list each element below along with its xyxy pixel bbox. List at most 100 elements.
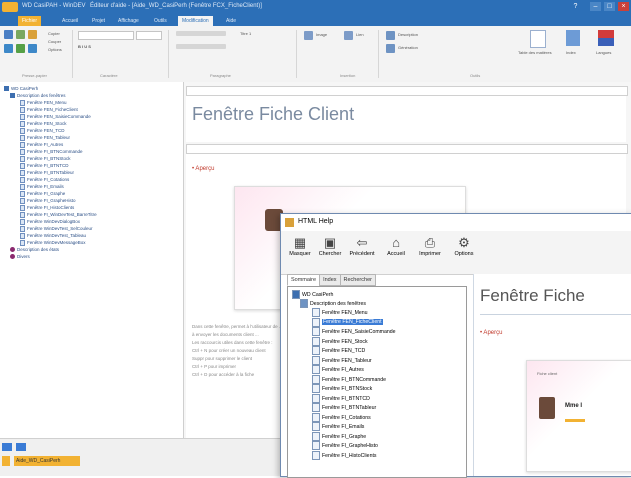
tree-folder[interactable]: Description des fenêtres	[10, 92, 66, 99]
tree-item[interactable]: Fenêtre WinDevMessageBox	[20, 239, 86, 246]
tab-contents[interactable]: Sommaire	[287, 274, 321, 286]
tree-root[interactable]: WD CasiPerh	[4, 85, 38, 92]
tab-file[interactable]: Fichier	[18, 16, 42, 26]
tree-item[interactable]: Fenêtre FI_BTNTCD	[20, 162, 69, 169]
panel-icon[interactable]	[16, 443, 26, 451]
project-tree: WD CasiPerh Description des fenêtres Fen…	[0, 82, 184, 438]
help-tree-item[interactable]: Fenêtre FEN_Stock	[312, 336, 368, 346]
maximize-button[interactable]: □	[604, 2, 615, 11]
cut-icon[interactable]	[28, 30, 37, 39]
search-button[interactable]: ▣ Chercher	[315, 235, 345, 271]
generation-button[interactable]: Génération	[398, 45, 418, 50]
help-title: HTML Help	[298, 218, 334, 225]
tree-item[interactable]: Fenêtre FEN_Stock	[20, 120, 67, 127]
help-tree-item[interactable]: Fenêtre FI_HistoClients	[312, 450, 377, 460]
tab-tools[interactable]: Outils	[150, 16, 171, 26]
flag-icon[interactable]	[598, 30, 614, 46]
tree-item[interactable]: Fenêtre FI_HistoClients	[20, 204, 74, 211]
tree-item[interactable]: Fenêtre FEN_Menu	[20, 99, 67, 106]
copy-button[interactable]: Copier	[48, 31, 60, 36]
align-buttons[interactable]	[176, 31, 226, 36]
tree-item[interactable]: Fenêtre FEN_FicheClient	[20, 106, 78, 113]
tree-reports[interactable]: Description des états	[10, 246, 59, 253]
tree-item[interactable]: Fenêtre FEN_SaisieCommande	[20, 113, 91, 120]
help-tree-item[interactable]: Fenêtre FI_GrapheHisto	[312, 441, 378, 450]
font-combo[interactable]	[78, 31, 134, 40]
tab-view[interactable]: Affichage	[114, 16, 143, 26]
tab-index[interactable]: Index	[319, 274, 341, 286]
help-tree-folder[interactable]: Description des fenêtres	[300, 299, 366, 308]
help-tree-item[interactable]: Fenêtre FI_Graphe	[312, 431, 366, 441]
minimize-button[interactable]: –	[590, 2, 601, 11]
tree-item[interactable]: Fenêtre FI_BTNTableur	[20, 169, 74, 176]
tree-item[interactable]: Fenêtre WinDevTest_SelCouleur	[20, 225, 93, 232]
index-icon[interactable]	[566, 30, 580, 46]
help-tree-item[interactable]: Fenêtre FEN_SaisieCommande	[312, 327, 396, 336]
options-button[interactable]: Options	[48, 47, 62, 52]
hide-button[interactable]: ▦ Masquer	[285, 235, 315, 271]
tree-item[interactable]: Fenêtre WinDevTest_Tableau	[20, 232, 86, 239]
help-tree-item[interactable]: Fenêtre FI_BTNTableur	[312, 403, 376, 412]
document-title: Éditeur d'aide - [Aide_WD_CasiPerh (Fenê…	[90, 3, 262, 9]
tree-item[interactable]: Fenêtre FI_Graphe	[20, 190, 65, 197]
link-button[interactable]: Lien	[356, 32, 364, 37]
undo-icon[interactable]	[4, 44, 13, 53]
tree-misc[interactable]: Divers	[10, 253, 30, 260]
indent-buttons[interactable]	[176, 44, 226, 49]
tab-home[interactable]: Accueil	[58, 16, 82, 26]
tree-item[interactable]: Fenêtre FI_BTNStock	[20, 155, 71, 162]
cut-button[interactable]: Couper	[48, 39, 61, 44]
bold-button[interactable]: B I U S	[78, 44, 91, 49]
help-tree-item[interactable]: Fenêtre FI_BTNCommande	[312, 374, 386, 384]
tree-item[interactable]: Fenêtre FI_Autres	[20, 141, 63, 148]
help-tree-item[interactable]: Fenêtre FEN_Tableur	[312, 355, 372, 365]
image-icon[interactable]	[304, 31, 313, 40]
generation-icon[interactable]	[386, 44, 395, 53]
tab-help[interactable]: Aide	[222, 16, 240, 26]
help-tree-item[interactable]: Fenêtre FEN_TCD	[312, 346, 365, 355]
print-icon: ⎙	[424, 235, 436, 250]
tree-item[interactable]: Fenêtre FI_GrapheHisto	[20, 197, 76, 204]
help-tree-item[interactable]: Fenêtre FI_BTNTCD	[312, 393, 370, 403]
help-button[interactable]: ?	[570, 2, 581, 11]
project-tab[interactable]: Aide_WD_CasiPerh	[14, 456, 80, 466]
close-button[interactable]: ×	[618, 2, 629, 11]
tree-item[interactable]: Fenêtre FEN_Tableur	[20, 134, 70, 141]
panel-icon[interactable]	[2, 443, 12, 451]
options-icon[interactable]	[28, 44, 37, 53]
back-button[interactable]: ⇦ Précédent	[347, 235, 377, 271]
toc-icon[interactable]	[530, 30, 546, 48]
help-tree-item[interactable]: Fenêtre FI_BTNStock	[312, 384, 372, 393]
tree-item[interactable]: Fenêtre FI_WinDevTest_BarreTitre	[20, 211, 97, 218]
toc-button[interactable]: Table des matières	[518, 50, 552, 55]
tab-modification[interactable]: Modification	[178, 16, 213, 26]
home-button[interactable]: ⌂ Accueil	[381, 235, 411, 271]
help-tree-item[interactable]: Fenêtre FEN_Menu	[312, 308, 368, 317]
help-tree-root[interactable]: WD CasiPerh	[292, 290, 333, 299]
options-button[interactable]: ⚙ Options	[449, 235, 479, 271]
size-combo[interactable]	[136, 31, 162, 40]
help-tree-item[interactable]: Fenêtre FI_Cotations	[312, 412, 371, 422]
tree-item[interactable]: Fenêtre FI_BTNCommande	[20, 148, 83, 155]
index-button[interactable]: Index	[566, 50, 576, 55]
help-tree-item[interactable]: Fenêtre FI_Autres	[312, 365, 364, 374]
tree-item[interactable]: Fenêtre FI_Emails	[20, 183, 64, 190]
help-tree-item[interactable]: Fenêtre FI_Emails	[312, 422, 364, 431]
link-icon[interactable]	[344, 31, 353, 40]
description-icon[interactable]	[386, 31, 395, 40]
tab-project[interactable]: Projet	[88, 16, 109, 26]
redo-icon[interactable]	[16, 44, 25, 53]
paste-icon[interactable]	[4, 30, 13, 39]
tab-search[interactable]: Rechercher	[339, 274, 376, 286]
group-paragraph-label: Paragraphe	[210, 73, 231, 78]
help-tree-item[interactable]: Fenêtre FEN_FicheClient	[312, 317, 383, 327]
tree-item[interactable]: Fenêtre FI_Cotations	[20, 176, 69, 183]
copy-icon[interactable]	[16, 30, 25, 39]
tree-item[interactable]: Fenêtre FEN_TCD	[20, 127, 65, 134]
print-button[interactable]: ⎙ Imprimer	[415, 235, 445, 271]
image-button[interactable]: Image	[316, 32, 327, 37]
style-button[interactable]: Titre 1	[240, 31, 251, 36]
description-button[interactable]: Description	[398, 32, 418, 37]
languages-button[interactable]: Langues	[596, 50, 611, 55]
tree-item[interactable]: Fenêtre WinDevDialogBox	[20, 218, 80, 225]
